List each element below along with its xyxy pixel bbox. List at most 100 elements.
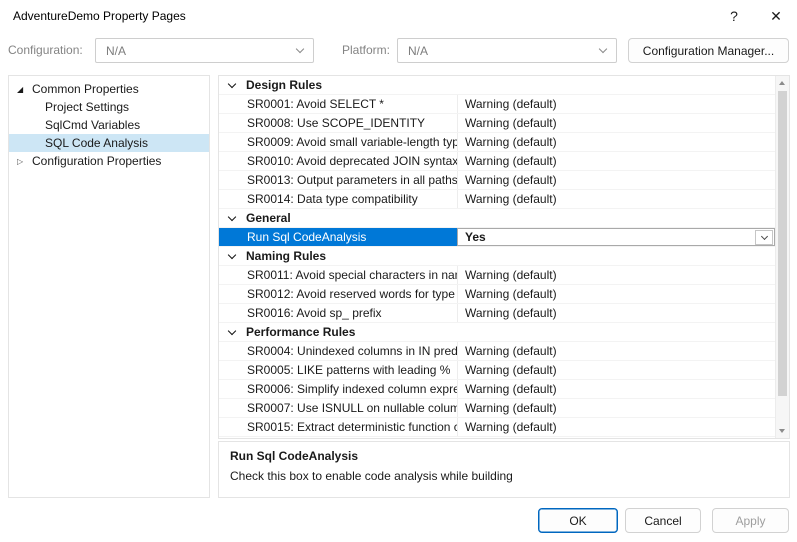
property-value[interactable]: Warning (default): [457, 114, 775, 132]
property-value-text: Warning (default): [465, 154, 557, 168]
property-value[interactable]: Warning (default): [457, 152, 775, 170]
configuration-value: N/A: [106, 44, 126, 58]
property-row[interactable]: SR0008: Use SCOPE_IDENTITY Warning (defau…: [219, 114, 775, 133]
category-row[interactable]: General: [219, 209, 775, 228]
property-value-text: Warning (default): [465, 382, 557, 396]
chevron-down-icon[interactable]: [228, 79, 236, 87]
property-row[interactable]: SR0016: Avoid sp_ prefixWarning (default…: [219, 304, 775, 323]
property-name[interactable]: SR0016: Avoid sp_ prefix: [219, 304, 457, 322]
property-value[interactable]: Warning (default): [457, 171, 775, 189]
property-value[interactable]: Yes: [457, 228, 775, 246]
property-value[interactable]: Warning (default): [457, 266, 775, 284]
property-name[interactable]: SR0010: Avoid deprecated JOIN syntax: [219, 152, 457, 170]
property-name[interactable]: SR0004: Unindexed columns in IN predic: [219, 342, 457, 360]
grid-rows: Design Rules SR0001: Avoid SELECT * Warnin…: [219, 76, 775, 438]
property-value-text: Warning (default): [465, 116, 557, 130]
platform-value: N/A: [408, 44, 428, 58]
tree-item-label: Common Properties: [32, 82, 139, 96]
grid-scrollbar[interactable]: [775, 76, 789, 438]
titlebar: AdventureDemo Property Pages ? ✕: [0, 0, 797, 32]
category-title: Performance Rules: [246, 325, 355, 339]
property-value-text: Warning (default): [465, 192, 557, 206]
property-name[interactable]: SR0005: LIKE patterns with leading %: [219, 361, 457, 379]
property-value[interactable]: Warning (default): [457, 361, 775, 379]
property-value-text: Warning (default): [465, 97, 557, 111]
property-row[interactable]: SR0014: Data type compatibility Warning (…: [219, 190, 775, 209]
property-name[interactable]: SR0006: Simplify indexed column expres: [219, 380, 457, 398]
titlebar-buttons: ? ✕: [713, 0, 797, 32]
property-name[interactable]: SR0014: Data type compatibility: [219, 190, 457, 208]
property-value[interactable]: Warning (default): [457, 418, 775, 436]
property-row[interactable]: SR0004: Unindexed columns in IN predic Wa…: [219, 342, 775, 361]
property-grid: Design Rules SR0001: Avoid SELECT * Warnin…: [218, 75, 790, 439]
property-row[interactable]: SR0005: LIKE patterns with leading % Warn…: [219, 361, 775, 380]
property-name[interactable]: SR0008: Use SCOPE_IDENTITY: [219, 114, 457, 132]
property-value-text: Warning (default): [465, 363, 557, 377]
chevron-down-icon[interactable]: [228, 326, 236, 334]
property-name[interactable]: SR0015: Extract deterministic function c…: [219, 418, 457, 436]
property-row[interactable]: SR0006: Simplify indexed column expres Wa…: [219, 380, 775, 399]
window-title: AdventureDemo Property Pages: [13, 9, 186, 23]
tree-item-sql-code-analysis[interactable]: SQL Code Analysis: [9, 134, 209, 152]
value-dropdown-button[interactable]: [755, 230, 773, 245]
property-row[interactable]: SR0013: Output parameters in all paths Wa…: [219, 171, 775, 190]
description-title: Run Sql CodeAnalysis: [230, 449, 778, 463]
chevron-down-icon: [296, 44, 304, 52]
property-row[interactable]: SR0015: Extract deterministic function c…: [219, 418, 775, 437]
scrollbar-down-icon[interactable]: [779, 429, 785, 433]
close-icon[interactable]: ✕: [755, 0, 797, 32]
category-title: General: [246, 211, 291, 225]
property-name[interactable]: SR0007: Use ISNULL on nullable column: [219, 399, 457, 417]
tree: ◢Common Properties Project Settings SqlCmd…: [8, 75, 210, 498]
property-value[interactable]: Warning (default): [457, 399, 775, 417]
property-value[interactable]: Warning (default): [457, 285, 775, 303]
property-value[interactable]: Warning (default): [457, 342, 775, 360]
property-name[interactable]: SR0009: Avoid small variable-length typ: [219, 133, 457, 151]
help-icon[interactable]: ?: [713, 0, 755, 32]
tree-expanded-icon[interactable]: ◢: [17, 85, 32, 94]
property-value[interactable]: Warning (default): [457, 304, 775, 322]
property-row[interactable]: SR0010: Avoid deprecated JOIN syntax Warn…: [219, 152, 775, 171]
category-row[interactable]: Naming Rules: [219, 247, 775, 266]
property-value-text: Warning (default): [465, 268, 557, 282]
tree-item-sqlcmd-variables[interactable]: SqlCmd Variables: [9, 116, 209, 134]
cancel-button[interactable]: Cancel: [625, 508, 701, 533]
scrollbar-up-icon[interactable]: [779, 81, 785, 85]
property-value-text: Yes: [465, 230, 486, 244]
property-name[interactable]: Run Sql CodeAnalysis: [219, 228, 457, 246]
property-value-text: Warning (default): [465, 173, 557, 187]
property-row[interactable]: SR0007: Use ISNULL on nullable columnWar…: [219, 399, 775, 418]
property-row[interactable]: SR0009: Avoid small variable-length typW…: [219, 133, 775, 152]
property-row[interactable]: SR0011: Avoid special characters in nam W…: [219, 266, 775, 285]
configuration-toolbar: Configuration: N/A Platform: N/A Configu…: [0, 38, 797, 64]
property-value-text: Warning (default): [465, 344, 557, 358]
property-name[interactable]: SR0001: Avoid SELECT *: [219, 95, 457, 113]
property-name[interactable]: SR0013: Output parameters in all paths: [219, 171, 457, 189]
property-row[interactable]: SR0001: Avoid SELECT * Warning (default): [219, 95, 775, 114]
property-row[interactable]: Run Sql CodeAnalysis Yes: [219, 228, 775, 247]
property-value-text: Warning (default): [465, 287, 557, 301]
category-title: Naming Rules: [246, 249, 326, 263]
tree-item-label: Project Settings: [45, 100, 129, 114]
chevron-down-icon[interactable]: [228, 250, 236, 258]
category-title: Design Rules: [246, 78, 322, 92]
tree-item-configuration-properties[interactable]: ▷Configuration Properties: [9, 152, 209, 170]
property-value[interactable]: Warning (default): [457, 190, 775, 208]
chevron-down-icon[interactable]: [228, 212, 236, 220]
tree-item-project-settings[interactable]: Project Settings: [9, 98, 209, 116]
property-value[interactable]: Warning (default): [457, 380, 775, 398]
tree-collapsed-icon[interactable]: ▷: [17, 157, 32, 166]
configuration-manager-button[interactable]: Configuration Manager...: [628, 38, 789, 63]
property-value[interactable]: Warning (default): [457, 133, 775, 151]
property-row[interactable]: SR0012: Avoid reserved words for type n W…: [219, 285, 775, 304]
property-name[interactable]: SR0011: Avoid special characters in nam: [219, 266, 457, 284]
property-name[interactable]: SR0012: Avoid reserved words for type n: [219, 285, 457, 303]
configuration-label: Configuration:: [8, 43, 83, 57]
tree-item-label: SQL Code Analysis: [45, 136, 148, 150]
category-row[interactable]: Performance Rules: [219, 323, 775, 342]
category-row[interactable]: Design Rules: [219, 76, 775, 95]
tree-item-common-properties[interactable]: ◢Common Properties: [9, 80, 209, 98]
scrollbar-thumb[interactable]: [778, 91, 787, 396]
ok-button[interactable]: OK: [538, 508, 618, 533]
property-value[interactable]: Warning (default): [457, 95, 775, 113]
